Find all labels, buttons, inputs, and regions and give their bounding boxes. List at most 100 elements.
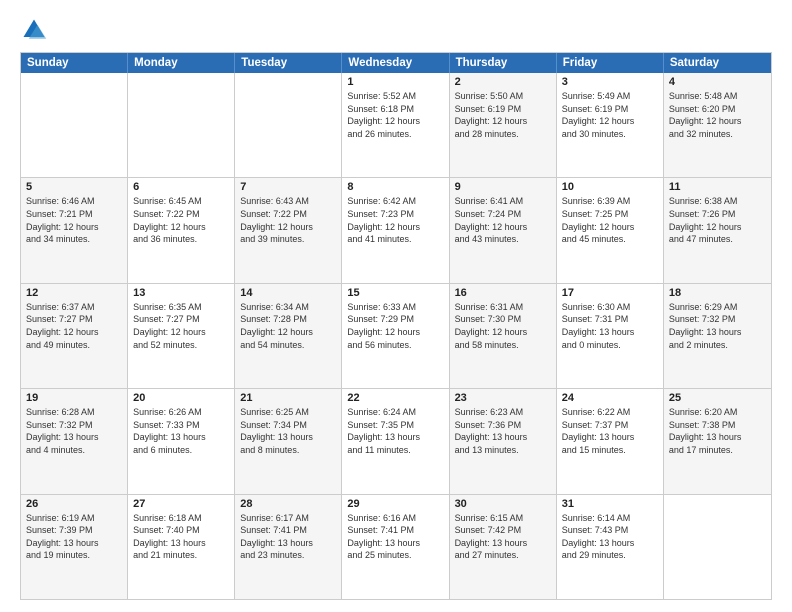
day-number: 28 <box>240 498 336 510</box>
day-number: 18 <box>669 287 766 299</box>
day-number: 21 <box>240 392 336 404</box>
day-number: 11 <box>669 181 766 193</box>
day-number: 6 <box>133 181 229 193</box>
day-number: 2 <box>455 76 551 88</box>
header-day-saturday: Saturday <box>664 53 771 73</box>
day-info: Sunrise: 6:16 AM Sunset: 7:41 PM Dayligh… <box>347 512 443 562</box>
day-info: Sunrise: 6:25 AM Sunset: 7:34 PM Dayligh… <box>240 406 336 456</box>
day-info: Sunrise: 6:20 AM Sunset: 7:38 PM Dayligh… <box>669 406 766 456</box>
day-info: Sunrise: 6:31 AM Sunset: 7:30 PM Dayligh… <box>455 301 551 351</box>
day-info: Sunrise: 5:48 AM Sunset: 6:20 PM Dayligh… <box>669 90 766 140</box>
day-info: Sunrise: 6:38 AM Sunset: 7:26 PM Dayligh… <box>669 195 766 245</box>
day-number: 10 <box>562 181 658 193</box>
day-cell-6: 6 Sunrise: 6:45 AM Sunset: 7:22 PM Daylig… <box>128 178 235 282</box>
day-info: Sunrise: 6:41 AM Sunset: 7:24 PM Dayligh… <box>455 195 551 245</box>
day-cell-23: 23Sunrise: 6:23 AM Sunset: 7:36 PM Dayli… <box>450 389 557 493</box>
day-info: Sunrise: 6:34 AM Sunset: 7:28 PM Dayligh… <box>240 301 336 351</box>
day-info: Sunrise: 6:42 AM Sunset: 7:23 PM Dayligh… <box>347 195 443 245</box>
day-cell-24: 24Sunrise: 6:22 AM Sunset: 7:37 PM Dayli… <box>557 389 664 493</box>
day-cell-13: 13 Sunrise: 6:35 AM Sunset: 7:27 PM Dayli… <box>128 284 235 388</box>
calendar: SundayMondayTuesdayWednesdayThursdayFrid… <box>20 52 772 600</box>
day-cell-16: 16 Sunrise: 6:31 AM Sunset: 7:30 PM Dayli… <box>450 284 557 388</box>
day-number: 5 <box>26 181 122 193</box>
empty-cell-4-6 <box>664 495 771 599</box>
day-cell-12: 12Sunrise: 6:37 AM Sunset: 7:27 PM Dayli… <box>21 284 128 388</box>
day-cell-4: 4 Sunrise: 5:48 AM Sunset: 6:20 PM Daylig… <box>664 73 771 177</box>
header-day-monday: Monday <box>128 53 235 73</box>
day-info: Sunrise: 6:33 AM Sunset: 7:29 PM Dayligh… <box>347 301 443 351</box>
day-info: Sunrise: 6:43 AM Sunset: 7:22 PM Dayligh… <box>240 195 336 245</box>
day-cell-15: 15 Sunrise: 6:33 AM Sunset: 7:29 PM Dayli… <box>342 284 449 388</box>
day-info: Sunrise: 6:46 AM Sunset: 7:21 PM Dayligh… <box>26 195 122 245</box>
day-cell-26: 26Sunrise: 6:19 AM Sunset: 7:39 PM Dayli… <box>21 495 128 599</box>
day-info: Sunrise: 5:50 AM Sunset: 6:19 PM Dayligh… <box>455 90 551 140</box>
day-number: 13 <box>133 287 229 299</box>
day-info: Sunrise: 6:18 AM Sunset: 7:40 PM Dayligh… <box>133 512 229 562</box>
day-number: 1 <box>347 76 443 88</box>
header-day-wednesday: Wednesday <box>342 53 449 73</box>
day-number: 25 <box>669 392 766 404</box>
day-cell-1: 1 Sunrise: 5:52 AM Sunset: 6:18 PM Daylig… <box>342 73 449 177</box>
day-number: 31 <box>562 498 658 510</box>
day-number: 3 <box>562 76 658 88</box>
day-cell-19: 19Sunrise: 6:28 AM Sunset: 7:32 PM Dayli… <box>21 389 128 493</box>
page: SundayMondayTuesdayWednesdayThursdayFrid… <box>0 0 792 612</box>
day-cell-25: 25 Sunrise: 6:20 AM Sunset: 7:38 PM Dayli… <box>664 389 771 493</box>
day-cell-31: 31 Sunrise: 6:14 AM Sunset: 7:43 PM Dayli… <box>557 495 664 599</box>
day-cell-17: 17 Sunrise: 6:30 AM Sunset: 7:31 PM Dayli… <box>557 284 664 388</box>
day-cell-2: 2 Sunrise: 5:50 AM Sunset: 6:19 PM Daylig… <box>450 73 557 177</box>
day-info: Sunrise: 6:39 AM Sunset: 7:25 PM Dayligh… <box>562 195 658 245</box>
week-row-3: 12Sunrise: 6:37 AM Sunset: 7:27 PM Dayli… <box>21 284 771 389</box>
day-cell-20: 20Sunrise: 6:26 AM Sunset: 7:33 PM Dayli… <box>128 389 235 493</box>
day-info: Sunrise: 6:45 AM Sunset: 7:22 PM Dayligh… <box>133 195 229 245</box>
day-number: 23 <box>455 392 551 404</box>
calendar-header: SundayMondayTuesdayWednesdayThursdayFrid… <box>21 53 771 73</box>
day-cell-5: 5 Sunrise: 6:46 AM Sunset: 7:21 PM Daylig… <box>21 178 128 282</box>
empty-cell-0-1 <box>128 73 235 177</box>
header-day-sunday: Sunday <box>21 53 128 73</box>
day-number: 19 <box>26 392 122 404</box>
day-number: 14 <box>240 287 336 299</box>
day-number: 24 <box>562 392 658 404</box>
header <box>20 16 772 44</box>
day-number: 29 <box>347 498 443 510</box>
calendar-body: 1 Sunrise: 5:52 AM Sunset: 6:18 PM Daylig… <box>21 73 771 599</box>
week-row-1: 1 Sunrise: 5:52 AM Sunset: 6:18 PM Daylig… <box>21 73 771 178</box>
day-info: Sunrise: 6:29 AM Sunset: 7:32 PM Dayligh… <box>669 301 766 351</box>
day-number: 9 <box>455 181 551 193</box>
header-day-tuesday: Tuesday <box>235 53 342 73</box>
week-row-2: 5 Sunrise: 6:46 AM Sunset: 7:21 PM Daylig… <box>21 178 771 283</box>
day-cell-30: 30Sunrise: 6:15 AM Sunset: 7:42 PM Dayli… <box>450 495 557 599</box>
empty-cell-0-0 <box>21 73 128 177</box>
day-number: 26 <box>26 498 122 510</box>
day-cell-9: 9 Sunrise: 6:41 AM Sunset: 7:24 PM Daylig… <box>450 178 557 282</box>
day-number: 30 <box>455 498 551 510</box>
day-number: 4 <box>669 76 766 88</box>
day-info: Sunrise: 5:49 AM Sunset: 6:19 PM Dayligh… <box>562 90 658 140</box>
day-cell-18: 18 Sunrise: 6:29 AM Sunset: 7:32 PM Dayli… <box>664 284 771 388</box>
day-number: 12 <box>26 287 122 299</box>
day-info: Sunrise: 6:24 AM Sunset: 7:35 PM Dayligh… <box>347 406 443 456</box>
week-row-5: 26Sunrise: 6:19 AM Sunset: 7:39 PM Dayli… <box>21 495 771 599</box>
day-info: Sunrise: 6:30 AM Sunset: 7:31 PM Dayligh… <box>562 301 658 351</box>
day-number: 17 <box>562 287 658 299</box>
day-info: Sunrise: 6:35 AM Sunset: 7:27 PM Dayligh… <box>133 301 229 351</box>
day-number: 27 <box>133 498 229 510</box>
logo <box>20 16 52 44</box>
day-cell-14: 14 Sunrise: 6:34 AM Sunset: 7:28 PM Dayli… <box>235 284 342 388</box>
day-info: Sunrise: 5:52 AM Sunset: 6:18 PM Dayligh… <box>347 90 443 140</box>
day-cell-8: 8Sunrise: 6:42 AM Sunset: 7:23 PM Daylig… <box>342 178 449 282</box>
day-number: 7 <box>240 181 336 193</box>
day-number: 16 <box>455 287 551 299</box>
day-number: 20 <box>133 392 229 404</box>
day-cell-27: 27 Sunrise: 6:18 AM Sunset: 7:40 PM Dayli… <box>128 495 235 599</box>
header-day-thursday: Thursday <box>450 53 557 73</box>
day-info: Sunrise: 6:14 AM Sunset: 7:43 PM Dayligh… <box>562 512 658 562</box>
week-row-4: 19Sunrise: 6:28 AM Sunset: 7:32 PM Dayli… <box>21 389 771 494</box>
day-cell-7: 7 Sunrise: 6:43 AM Sunset: 7:22 PM Daylig… <box>235 178 342 282</box>
day-cell-28: 28 Sunrise: 6:17 AM Sunset: 7:41 PM Dayli… <box>235 495 342 599</box>
day-info: Sunrise: 6:17 AM Sunset: 7:41 PM Dayligh… <box>240 512 336 562</box>
day-cell-29: 29 Sunrise: 6:16 AM Sunset: 7:41 PM Dayli… <box>342 495 449 599</box>
day-number: 22 <box>347 392 443 404</box>
day-number: 15 <box>347 287 443 299</box>
